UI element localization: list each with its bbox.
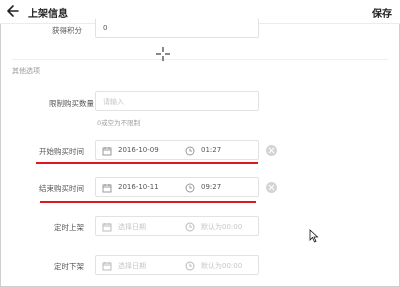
arrow-left-icon: [7, 5, 19, 17]
crosshair-cursor-icon: [156, 47, 170, 61]
calendar-icon: [102, 223, 112, 232]
start-time-field[interactable]: 2016-10-09 01:27: [95, 140, 259, 160]
points-input[interactable]: 0: [95, 18, 259, 38]
purchase-limit-input[interactable]: 请输入: [95, 91, 259, 111]
scheduled-on-label: 定时上架: [54, 223, 84, 232]
start-time-label: 开始购买时间: [39, 147, 84, 156]
scheduled-off-field[interactable]: 选择日期 默认为00:00: [95, 255, 259, 275]
purchase-limit-placeholder: 请输入: [103, 98, 124, 106]
scheduled-off-time-placeholder[interactable]: 默认为00:00: [201, 261, 242, 271]
points-value: 0: [103, 24, 108, 32]
start-date-value[interactable]: 2016-10-09: [118, 146, 159, 154]
scheduled-off-label: 定时下架: [54, 262, 84, 271]
calendar-icon: [102, 147, 112, 156]
start-time-highlight: [36, 162, 258, 164]
start-time-value[interactable]: 01:27: [201, 146, 221, 154]
end-time-field[interactable]: 2016-10-11 09:27: [95, 177, 259, 197]
scheduled-on-time-placeholder[interactable]: 默认为00:00: [201, 222, 242, 232]
end-time-value[interactable]: 09:27: [201, 183, 221, 191]
purchase-limit-label: 限制购买数量: [49, 99, 94, 108]
end-time-clear-button[interactable]: [266, 182, 277, 193]
clock-icon: [185, 183, 195, 193]
scheduled-off-date-placeholder[interactable]: 选择日期: [118, 261, 146, 271]
clock-icon: [185, 261, 195, 271]
clock-icon: [185, 222, 195, 232]
scheduled-on-date-placeholder[interactable]: 选择日期: [118, 222, 146, 232]
section-divider: [12, 59, 388, 60]
end-date-value[interactable]: 2016-10-11: [118, 183, 159, 191]
purchase-limit-hint: 0或空为不限制: [97, 119, 141, 127]
save-button[interactable]: 保存: [372, 5, 392, 20]
points-label: 获得积分: [52, 26, 82, 35]
calendar-icon: [102, 184, 112, 193]
start-time-clear-button[interactable]: [266, 145, 277, 156]
scheduled-on-field[interactable]: 选择日期 默认为00:00: [95, 216, 259, 236]
clock-icon: [185, 146, 195, 156]
mouse-pointer-icon: [309, 229, 319, 243]
end-time-label: 结束购买时间: [39, 184, 84, 193]
end-time-highlight: [40, 201, 256, 203]
back-button[interactable]: [6, 3, 20, 19]
calendar-icon: [102, 262, 112, 271]
page-title: 上架信息: [28, 9, 68, 20]
other-options-heading: 其他选项: [12, 67, 40, 75]
